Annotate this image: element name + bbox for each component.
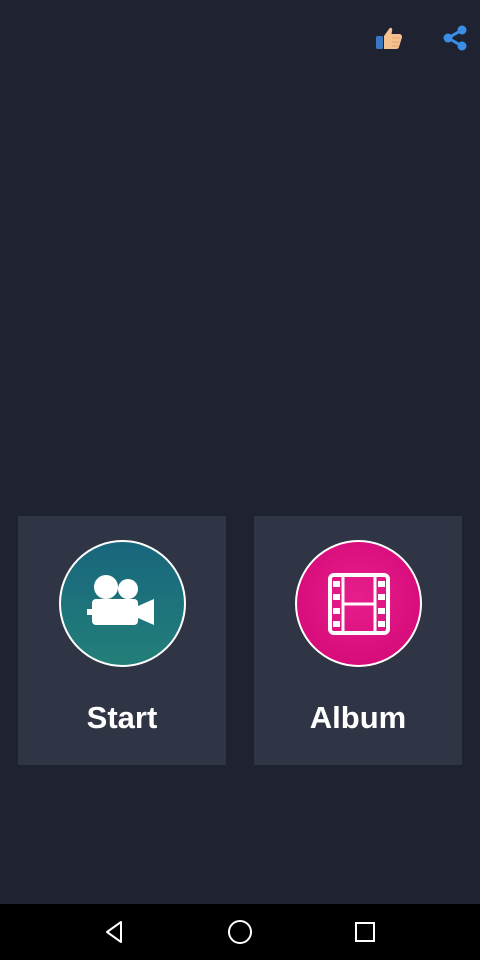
nav-back-button[interactable]	[100, 917, 130, 947]
share-icon	[443, 25, 467, 51]
start-card[interactable]: Start	[18, 516, 226, 765]
album-circle	[295, 540, 422, 667]
share-button[interactable]	[437, 20, 473, 56]
album-card[interactable]: Album	[254, 516, 462, 765]
recent-square-icon	[355, 922, 375, 942]
start-label: Start	[86, 700, 158, 735]
top-action-bar	[0, 20, 480, 56]
back-triangle-icon	[106, 921, 122, 943]
nav-recent-button[interactable]	[350, 917, 380, 947]
home-circle-icon	[228, 920, 252, 944]
album-label: Album	[309, 700, 407, 735]
film-strip-icon	[327, 572, 390, 635]
nav-home-button[interactable]	[225, 917, 255, 947]
like-button[interactable]	[371, 20, 407, 56]
system-navigation-bar	[0, 904, 480, 960]
video-camera-icon	[86, 574, 154, 625]
start-circle	[59, 540, 186, 667]
thumbs-up-icon	[376, 27, 403, 49]
